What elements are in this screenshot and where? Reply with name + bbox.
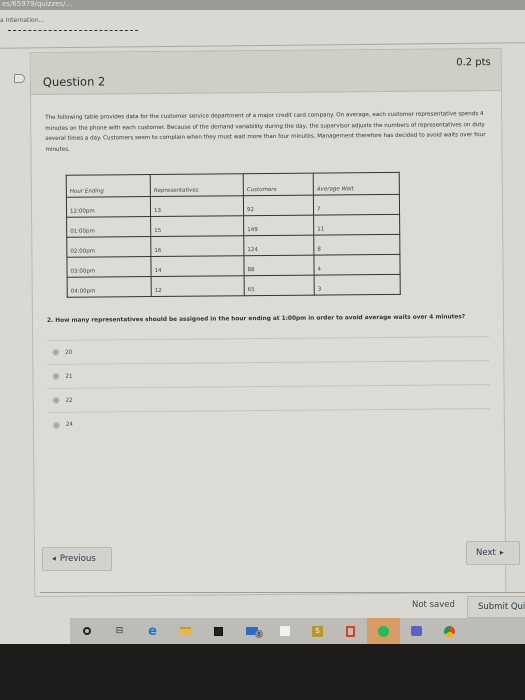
answer-label: 22 (65, 397, 73, 404)
column-header: Customers (243, 173, 314, 196)
column-header: Hour Ending (66, 174, 151, 198)
question-card: Question 2 0.2 pts The following table p… (29, 47, 507, 598)
question-body: The following table provides data for th… (31, 91, 504, 437)
app-icon[interactable] (268, 618, 301, 644)
question-header: Question 2 0.2 pts (30, 48, 501, 96)
flag-question-icon[interactable] (14, 74, 25, 83)
breadcrumb[interactable]: a Internation... (0, 17, 44, 24)
cell-hour: 03:00pm (66, 256, 152, 278)
submit-quiz-button[interactable]: Submit Quiz (467, 596, 525, 618)
cell-wait: 11 (313, 214, 400, 236)
cell-customers: 149 (243, 215, 314, 236)
file-explorer-icon[interactable] (169, 618, 202, 644)
previous-button[interactable]: ◀ Previous (42, 547, 112, 571)
cell-hour: 04:00pm (67, 276, 152, 298)
mail-badge: 8 (255, 630, 263, 638)
next-button[interactable]: Next ▶ (466, 541, 520, 565)
column-header: Representatives (150, 173, 244, 197)
question-points: 0.2 pts (456, 57, 491, 69)
save-status: Not saved (412, 600, 455, 610)
app-yellow-icon[interactable]: S (301, 618, 334, 644)
caret-left-icon: ◀ (52, 556, 56, 562)
answer-label: 24 (65, 421, 73, 428)
answer-list: 20 21 22 24 (47, 336, 490, 437)
cell-wait: 4 (313, 254, 401, 276)
cell-reps: 15 (150, 215, 244, 237)
cell-wait: 8 (313, 234, 400, 256)
previous-label: Previous (59, 554, 96, 564)
cell-reps: 13 (150, 195, 244, 217)
answer-label: 20 (65, 349, 73, 356)
caret-right-icon: ▶ (499, 550, 504, 556)
browser-url-bar[interactable]: es/65979/quizzes/... (0, 0, 525, 10)
cell-reps: 16 (150, 235, 244, 257)
radio-button[interactable] (52, 421, 60, 429)
radio-button[interactable] (52, 372, 60, 380)
taskbar: ⊟ e 8 S (70, 618, 525, 644)
cell-customers: 92 (243, 195, 314, 216)
question-intro: The following table provides data for th… (45, 111, 486, 153)
cell-reps: 12 (151, 275, 245, 297)
next-label: Next (476, 548, 496, 558)
search-icon[interactable] (70, 618, 103, 644)
cell-customers: 88 (243, 255, 315, 276)
breadcrumb-divider (8, 30, 138, 31)
cell-reps: 14 (150, 255, 245, 277)
table-row: 04:00pm 12 65 3 (67, 274, 401, 298)
edge-icon[interactable]: e (136, 618, 169, 644)
question-prompt: 2. How many representatives should be as… (46, 314, 466, 324)
task-view-icon[interactable]: ⊟ (103, 618, 136, 644)
footer-divider (40, 592, 525, 593)
cell-wait: 3 (314, 274, 401, 296)
teams-icon[interactable] (400, 618, 433, 644)
radio-button[interactable] (52, 396, 60, 404)
cell-hour: 01:00pm (66, 216, 151, 238)
cell-wait: 7 (313, 194, 400, 216)
cell-customers: 65 (244, 275, 315, 296)
monitor-bezel (0, 644, 525, 700)
store-icon[interactable] (202, 618, 235, 644)
column-header: Average Wait (313, 172, 400, 196)
answer-label: 21 (65, 373, 73, 380)
question-title: Question 2 (42, 74, 106, 89)
cell-hour: 12:00pm (66, 196, 151, 218)
cell-hour: 02:00pm (66, 236, 151, 258)
spotify-icon[interactable] (367, 618, 400, 644)
radio-button[interactable] (52, 348, 60, 356)
table-header-row: Hour Ending Representatives Customers Av… (66, 172, 400, 198)
answer-option[interactable]: 24 (48, 409, 490, 437)
chrome-icon[interactable] (433, 618, 466, 644)
cell-customers: 124 (243, 235, 314, 256)
data-table: Hour Ending Representatives Customers Av… (66, 172, 401, 298)
mail-icon[interactable]: 8 (235, 618, 268, 644)
office-icon[interactable] (334, 618, 367, 644)
